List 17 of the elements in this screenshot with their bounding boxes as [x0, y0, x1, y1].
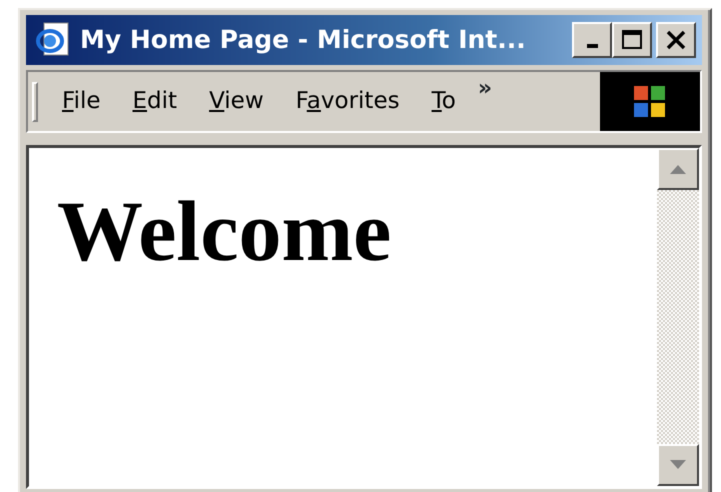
- menu-item[interactable]: Favorites: [286, 84, 410, 119]
- maximize-button[interactable]: [612, 22, 652, 58]
- up-arrow-icon: [668, 163, 688, 175]
- toolbar-grip[interactable]: [32, 82, 38, 122]
- minimize-icon: [586, 44, 598, 48]
- window-title: My Home Page - Microsoft Int...: [80, 24, 527, 56]
- minimize-button[interactable]: [572, 22, 612, 58]
- close-button[interactable]: [656, 22, 696, 58]
- menu-item[interactable]: View: [199, 84, 274, 119]
- close-icon: [664, 28, 688, 52]
- maximize-icon: [620, 28, 644, 52]
- menu-item[interactable]: File: [52, 84, 110, 119]
- menu-item[interactable]: To: [422, 84, 466, 119]
- page-heading: Welcome: [57, 188, 392, 274]
- menu-overflow-chevron[interactable]: »: [478, 78, 492, 100]
- down-arrow-icon: [668, 459, 688, 471]
- menu-item[interactable]: Edit: [122, 84, 188, 119]
